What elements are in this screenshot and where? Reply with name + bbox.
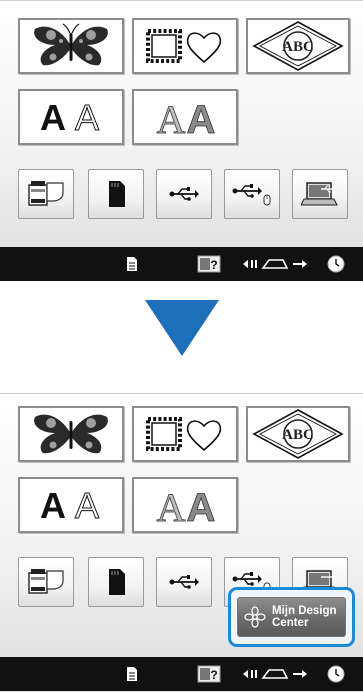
category-frame-patterns[interactable] bbox=[132, 18, 238, 74]
stamp-frame-and-heart-icon bbox=[146, 29, 222, 64]
usb-icon bbox=[169, 187, 199, 201]
category-embroidery-patterns[interactable] bbox=[18, 18, 124, 74]
help-icon[interactable]: ? bbox=[192, 657, 228, 691]
source-machine-memory[interactable] bbox=[18, 169, 74, 219]
letter-a-solid: A bbox=[40, 485, 66, 525]
source-machine-memory[interactable] bbox=[18, 557, 74, 607]
category-monogram[interactable]: ABC bbox=[246, 18, 350, 74]
computer-usb-icon bbox=[301, 182, 338, 206]
butterfly-icon bbox=[34, 23, 108, 66]
source-usb-mouse-port[interactable] bbox=[224, 169, 280, 219]
letter-a-ornate: A bbox=[157, 97, 186, 139]
mijn-design-center-button[interactable]: Mijn Design Center bbox=[237, 597, 346, 637]
stamp-frame-and-heart-icon bbox=[146, 417, 222, 452]
letter-a-ornate: A bbox=[157, 485, 186, 527]
svg-text:?: ? bbox=[210, 258, 217, 272]
mijn-design-center-label: Mijn Design Center bbox=[272, 605, 337, 629]
letter-a-outline: A bbox=[75, 97, 99, 137]
presser-foot-icon[interactable] bbox=[240, 657, 310, 691]
sewing-machine-pocket-icon bbox=[28, 569, 64, 594]
source-sd-card[interactable] bbox=[88, 169, 144, 219]
mijn-design-center-highlight: Mijn Design Center bbox=[228, 587, 355, 647]
sd-card-icon bbox=[109, 569, 125, 595]
document-icon[interactable] bbox=[112, 657, 152, 691]
source-usb-port[interactable] bbox=[156, 557, 212, 607]
sewing-machine-pocket-icon bbox=[28, 181, 64, 206]
status-bar-bottom: ? bbox=[0, 657, 363, 691]
monogram-diamond-icon: ABC bbox=[252, 21, 344, 71]
clock-icon[interactable] bbox=[318, 247, 354, 281]
clock-icon[interactable] bbox=[318, 657, 354, 691]
monogram-diamond-icon: ABC bbox=[252, 409, 344, 459]
letter-a-solid: A bbox=[40, 97, 66, 137]
usb-icon bbox=[169, 575, 199, 589]
help-icon[interactable]: ? bbox=[192, 247, 228, 281]
letters-icon: A A bbox=[40, 97, 100, 137]
letters-icon: A A bbox=[40, 485, 100, 525]
transition-arrow bbox=[145, 300, 219, 356]
category-character-patterns[interactable]: A A bbox=[18, 89, 124, 145]
letter-a-outline: A bbox=[75, 485, 99, 525]
status-bar-top: ? bbox=[0, 247, 363, 281]
letter-a-block: A bbox=[187, 98, 216, 139]
decorative-letters-icon: A A bbox=[156, 97, 216, 140]
svg-text:?: ? bbox=[210, 668, 217, 682]
category-frame-patterns[interactable] bbox=[132, 406, 238, 462]
screen-before: ABC A A A A bbox=[0, 0, 363, 281]
screen-after: ABC A A A A bbox=[0, 393, 363, 692]
source-usb-port[interactable] bbox=[156, 169, 212, 219]
monogram-text: ABC bbox=[282, 427, 314, 443]
category-decorative-alphabet[interactable]: A A bbox=[132, 89, 238, 145]
presser-foot-icon[interactable] bbox=[240, 247, 310, 281]
category-character-patterns[interactable]: A A bbox=[18, 477, 124, 533]
monogram-text: ABC bbox=[282, 39, 314, 55]
category-embroidery-patterns[interactable] bbox=[18, 406, 124, 462]
category-decorative-alphabet[interactable]: A A bbox=[132, 477, 238, 533]
source-computer[interactable] bbox=[292, 169, 348, 219]
letter-a-block: A bbox=[187, 486, 216, 527]
category-monogram[interactable]: ABC bbox=[246, 406, 350, 462]
source-sd-card[interactable] bbox=[88, 557, 144, 607]
butterfly-icon bbox=[34, 414, 108, 454]
sd-card-icon bbox=[109, 181, 125, 207]
decorative-letters-icon: A A bbox=[156, 485, 216, 528]
document-icon[interactable] bbox=[112, 247, 152, 281]
usb-mouse-icon bbox=[232, 184, 271, 206]
flower-icon bbox=[244, 606, 266, 628]
